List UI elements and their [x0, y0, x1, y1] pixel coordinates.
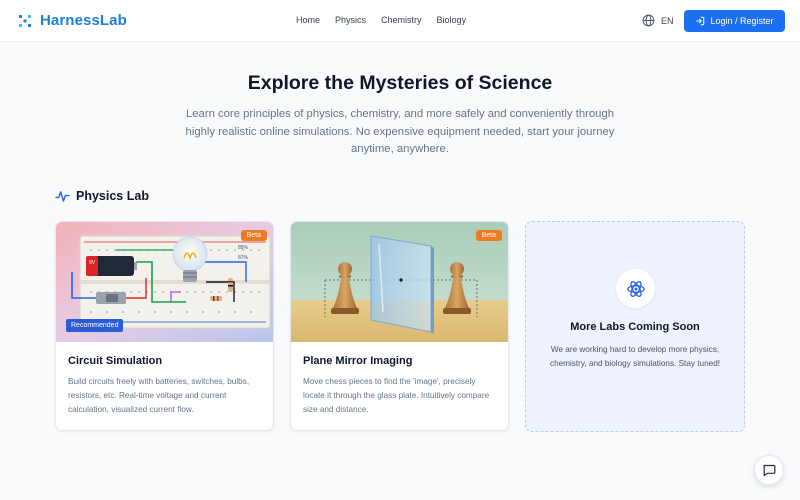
reading-1: 85%: [238, 245, 249, 251]
nav-item-home[interactable]: Home: [296, 15, 320, 25]
login-register-label: Login / Register: [710, 16, 774, 26]
atom-icon: [626, 280, 645, 297]
card-description: Move chess pieces to find the 'image', p…: [303, 377, 490, 414]
language-label: EN: [661, 15, 674, 26]
brand-name: HarnessLab: [40, 12, 127, 29]
coming-soon-title: More Labs Coming Soon: [570, 321, 700, 333]
hero-subtitle: Learn core principles of physics, chemis…: [185, 108, 615, 155]
login-register-button[interactable]: Login / Register: [684, 10, 785, 32]
globe-icon: [642, 14, 655, 27]
chat-bubble-icon: [763, 464, 776, 477]
circuit-illustration: 9V 85% 87% Beta Recommended: [56, 222, 273, 342]
card-description: Build circuits freely with batteries, sw…: [68, 377, 250, 414]
reading-2: 87%: [238, 255, 249, 261]
nav-item-biology[interactable]: Biology: [437, 15, 467, 25]
beta-badge: Beta: [240, 230, 267, 241]
coming-soon-description: We are working hard to develop more phys…: [549, 345, 721, 368]
physics-lab-heading: Physics Lab: [55, 189, 149, 203]
nav-item-physics[interactable]: Physics: [335, 15, 366, 25]
coming-soon-card: More Labs Coming Soon We are working har…: [525, 221, 745, 432]
hero-title: Explore the Mysteries of Science: [247, 72, 553, 94]
chat-button[interactable]: [754, 455, 784, 485]
nav-item-chemistry[interactable]: Chemistry: [381, 15, 422, 25]
mirror-illustration: Beta: [291, 222, 508, 342]
brand-logo[interactable]: HarnessLab: [18, 12, 127, 29]
top-header: HarnessLab Home Physics Chemistry Biolog…: [0, 0, 800, 42]
section-title: Physics Lab: [76, 189, 149, 203]
circuit-simulation-card[interactable]: 9V 85% 87% Beta Recommended Circuit Simu…: [55, 221, 274, 431]
pulse-icon: [55, 190, 70, 202]
language-switcher[interactable]: EN: [642, 14, 674, 27]
card-body: Plane Mirror Imaging Move chess pieces t…: [303, 355, 498, 417]
recommended-badge: Recommended: [66, 319, 124, 332]
card-title: Circuit Simulation: [68, 355, 163, 367]
beta-badge: Beta: [475, 230, 502, 241]
battery-label: 9V: [89, 260, 96, 266]
main-nav: Home Physics Chemistry Biology: [296, 15, 481, 25]
login-arrow-icon: [696, 16, 705, 26]
sparkle-logo-icon: [19, 14, 31, 27]
plane-mirror-card[interactable]: Beta Plane Mirror Imaging Move chess pie…: [290, 221, 509, 431]
coming-soon-icon-wrap: [616, 269, 655, 308]
card-title: Plane Mirror Imaging: [303, 355, 413, 367]
card-body: Circuit Simulation Build circuits freely…: [68, 355, 263, 417]
